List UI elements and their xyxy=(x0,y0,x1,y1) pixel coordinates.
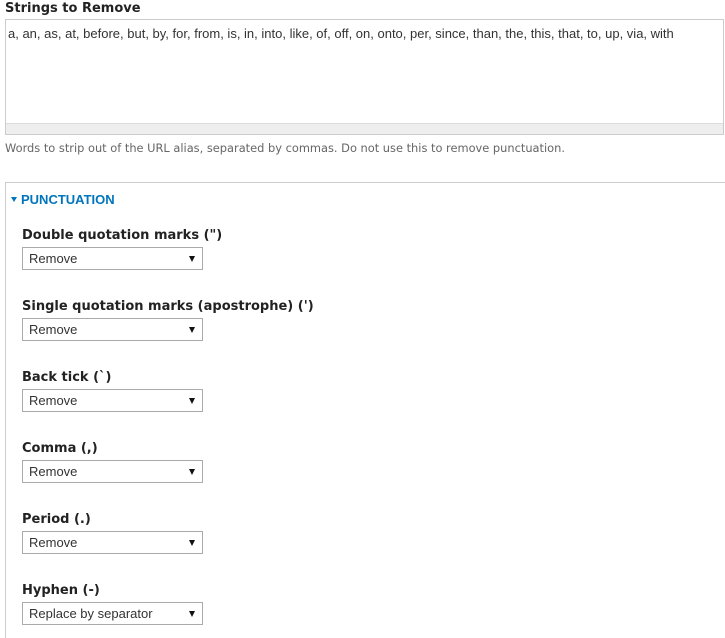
select-value: Remove xyxy=(29,322,78,337)
dropdown-arrow-icon xyxy=(189,256,195,262)
field-period: Period (.) Remove xyxy=(22,511,203,554)
field-label: Period (.) xyxy=(22,512,91,527)
strings-to-remove-field xyxy=(5,19,724,135)
field-label: Back tick (`) xyxy=(22,370,112,385)
comma-select[interactable]: Remove xyxy=(22,460,203,483)
double-quotation-select[interactable]: Remove xyxy=(22,247,203,270)
single-quotation-select[interactable]: Remove xyxy=(22,318,203,341)
dropdown-arrow-icon xyxy=(189,398,195,404)
strings-to-remove-label: Strings to Remove xyxy=(5,1,141,16)
field-back-tick: Back tick (`) Remove xyxy=(22,369,203,412)
triangle-down-icon xyxy=(11,197,17,202)
dropdown-arrow-icon xyxy=(189,611,195,617)
punctuation-legend-label: PUNCTUATION xyxy=(21,192,115,207)
dropdown-arrow-icon xyxy=(189,327,195,333)
select-value: Remove xyxy=(29,251,78,266)
field-comma: Comma (,) Remove xyxy=(22,440,203,483)
hyphen-select[interactable]: Replace by separator xyxy=(22,602,203,625)
dropdown-arrow-icon xyxy=(189,469,195,475)
field-double-quotation-marks: Double quotation marks (") Remove xyxy=(22,227,222,270)
select-value: Remove xyxy=(29,393,78,408)
back-tick-select[interactable]: Remove xyxy=(22,389,203,412)
period-select[interactable]: Remove xyxy=(22,531,203,554)
strings-to-remove-description: Words to strip out of the URL alias, sep… xyxy=(5,141,565,155)
punctuation-fieldset: PUNCTUATION Double quotation marks (") R… xyxy=(5,182,725,638)
field-label: Comma (,) xyxy=(22,441,98,456)
field-label: Double quotation marks (") xyxy=(22,228,223,243)
field-label: Hyphen (-) xyxy=(22,583,100,598)
strings-to-remove-textarea[interactable] xyxy=(6,20,723,124)
dropdown-arrow-icon xyxy=(189,540,195,546)
select-value: Remove xyxy=(29,535,78,550)
field-hyphen: Hyphen (-) Replace by separator xyxy=(22,582,203,625)
field-single-quotation-marks: Single quotation marks (apostrophe) (') … xyxy=(22,298,314,341)
field-label: Single quotation marks (apostrophe) (') xyxy=(22,299,314,314)
punctuation-legend-toggle[interactable]: PUNCTUATION xyxy=(11,192,115,207)
pathauto-settings-form: Strings to Remove Words to strip out of … xyxy=(0,0,725,638)
select-value: Remove xyxy=(29,464,78,479)
select-value: Replace by separator xyxy=(29,606,153,621)
textarea-resize-grip[interactable] xyxy=(6,123,723,134)
